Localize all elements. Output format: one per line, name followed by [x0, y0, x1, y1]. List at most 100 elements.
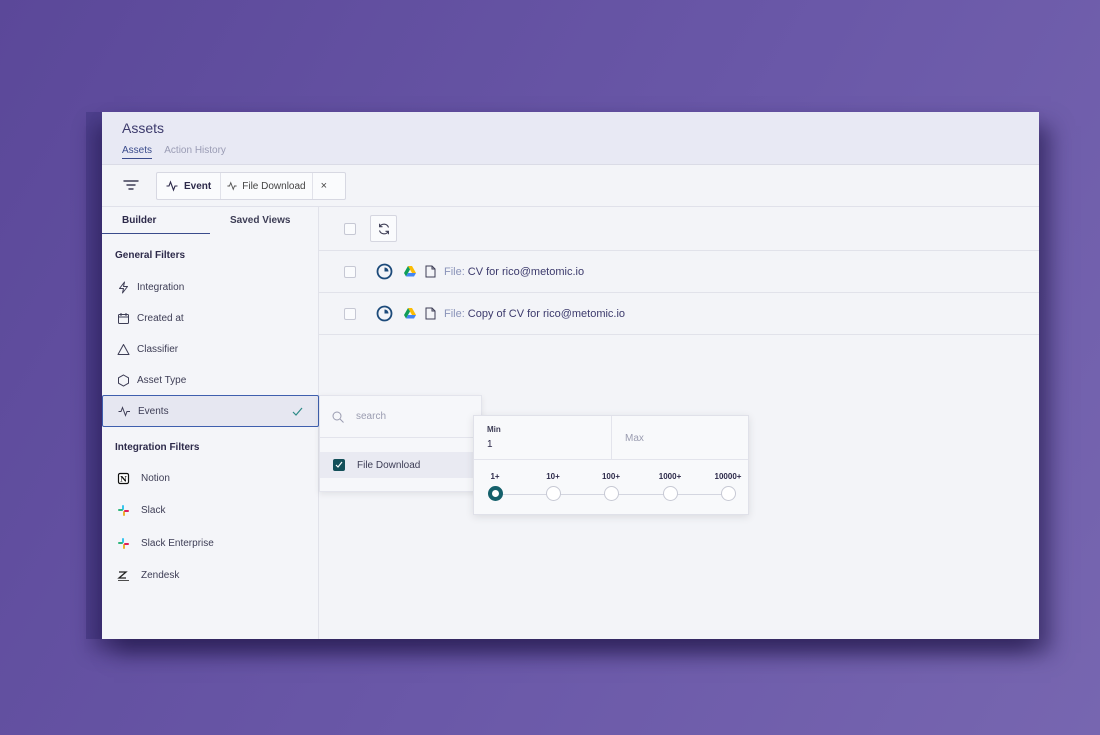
assets-window: Assets Assets Action History Event File … [102, 112, 1039, 639]
filter-item-slack-enterprise[interactable]: Slack Enterprise [117, 534, 214, 552]
row-checkbox[interactable] [344, 307, 356, 320]
checkmark-icon [335, 461, 343, 468]
refresh-button[interactable] [370, 215, 397, 242]
calendar-icon [118, 312, 129, 324]
filter-item-label: Created at [137, 312, 184, 324]
tab-assets[interactable]: Assets [122, 145, 153, 159]
search-input[interactable]: search [356, 411, 386, 422]
builder-tabs: Builder Saved Views [102, 207, 318, 240]
step-label: 100+ [601, 472, 621, 481]
option-label: File Download [357, 459, 421, 471]
file-prefix: File: [444, 307, 465, 320]
filter-item-notion[interactable]: N Notion [117, 469, 170, 487]
step-radio[interactable] [662, 486, 678, 501]
min-input[interactable]: 1 [487, 439, 598, 450]
event-count-range-popover: Min 1 Max 1+ 10+ 100+ 1000+ 10000+ [473, 415, 749, 515]
active-tab-underline [102, 233, 210, 234]
document-icon [425, 307, 436, 320]
table-row[interactable]: File: Copy of CV for rico@metomic.io [319, 293, 1039, 335]
search-icon [332, 411, 344, 423]
filter-item-events[interactable]: Events [102, 395, 319, 427]
step-1000[interactable]: 1000+ [650, 472, 690, 501]
filter-item-zendesk[interactable]: Zendesk [117, 566, 179, 584]
filter-item-label: Asset Type [137, 374, 187, 386]
lightning-icon [119, 281, 128, 293]
step-radio[interactable] [545, 486, 561, 501]
step-radio[interactable] [603, 486, 619, 501]
filter-bar: Event File Download × [102, 165, 1039, 207]
active-filter-chip[interactable]: Event File Download × [156, 172, 346, 200]
zendesk-icon [117, 570, 129, 581]
filter-item-label: Events [138, 405, 169, 417]
general-filters-heading: General Filters [115, 250, 186, 261]
filter-icon[interactable] [123, 177, 139, 193]
close-icon[interactable]: × [313, 180, 335, 192]
hexagon-icon [118, 373, 129, 387]
filter-item-label: Zendesk [141, 569, 180, 581]
chip-value: File Download [221, 173, 313, 199]
step-1[interactable]: 1+ [475, 472, 515, 501]
filter-item-label: Notion [141, 472, 170, 484]
background-app-strip [86, 112, 102, 639]
filter-item-created-at[interactable]: Created at [117, 309, 184, 327]
chip-field: Event [157, 173, 222, 199]
table-row[interactable]: File: CV for rico@metomic.io [319, 251, 1039, 293]
filter-item-asset-type[interactable]: Asset Type [117, 371, 186, 389]
checkmark-icon [292, 407, 303, 416]
page-header: Assets Assets Action History [102, 112, 1039, 165]
filter-builder-panel: Builder Saved Views General Filters Inte… [102, 207, 319, 639]
filter-item-integration[interactable]: Integration [117, 278, 184, 296]
clock-pie-icon [376, 263, 393, 280]
slack-icon [118, 504, 129, 516]
step-label: 10000+ [714, 472, 742, 481]
integration-filters-heading: Integration Filters [115, 442, 200, 453]
file-name[interactable]: CV for rico@metomic.io [468, 266, 584, 278]
filter-item-classifier[interactable]: Classifier [117, 340, 178, 358]
range-step-slider[interactable]: 1+ 10+ 100+ 1000+ 10000+ [474, 460, 748, 516]
list-toolbar [319, 207, 1039, 251]
notion-icon: N [117, 472, 130, 484]
max-input[interactable]: Max [625, 433, 644, 444]
event-option-file-download[interactable]: File Download [320, 452, 483, 478]
min-label: Min [487, 425, 501, 434]
tab-action-history[interactable]: Action History [164, 145, 226, 156]
file-name[interactable]: Copy of CV for rico@metomic.io [468, 308, 625, 320]
tab-saved-views[interactable]: Saved Views [230, 215, 290, 226]
step-radio[interactable] [487, 486, 503, 501]
google-drive-icon [404, 266, 416, 277]
step-10000[interactable]: 10000+ [708, 472, 748, 501]
slack-icon [118, 537, 129, 549]
activity-icon [227, 181, 237, 191]
page-title: Assets [122, 120, 165, 136]
step-label: 10+ [546, 472, 560, 481]
filter-item-label: Classifier [137, 343, 179, 355]
file-prefix: File: [444, 265, 465, 278]
min-field[interactable]: Min 1 [474, 416, 611, 459]
event-options-dropdown: search File Download [319, 395, 483, 492]
step-10[interactable]: 10+ [533, 472, 573, 501]
google-drive-icon [404, 308, 416, 319]
select-all-checkbox[interactable] [344, 222, 356, 235]
chip-value-label: File Download [242, 180, 306, 192]
row-checkbox[interactable] [344, 265, 356, 278]
filter-item-slack[interactable]: Slack [117, 501, 165, 519]
step-radio[interactable] [720, 486, 736, 501]
max-field[interactable]: Max [611, 416, 748, 459]
triangle-icon [117, 343, 130, 355]
tab-builder[interactable]: Builder [122, 215, 156, 226]
clock-pie-icon [376, 305, 393, 322]
event-search[interactable]: search [320, 396, 481, 438]
document-icon [425, 265, 436, 278]
header-tabs: Assets Action History [122, 145, 236, 159]
refresh-icon [378, 223, 389, 234]
option-checkbox[interactable] [333, 459, 345, 471]
activity-icon [118, 405, 130, 417]
activity-icon [166, 180, 178, 192]
svg-text:N: N [120, 474, 127, 483]
chip-field-label: Event [184, 180, 212, 192]
step-100[interactable]: 100+ [591, 472, 631, 501]
filter-item-label: Slack [141, 504, 166, 516]
step-label: 1+ [490, 472, 500, 481]
step-label: 1000+ [658, 472, 682, 481]
filter-item-label: Slack Enterprise [141, 537, 214, 549]
